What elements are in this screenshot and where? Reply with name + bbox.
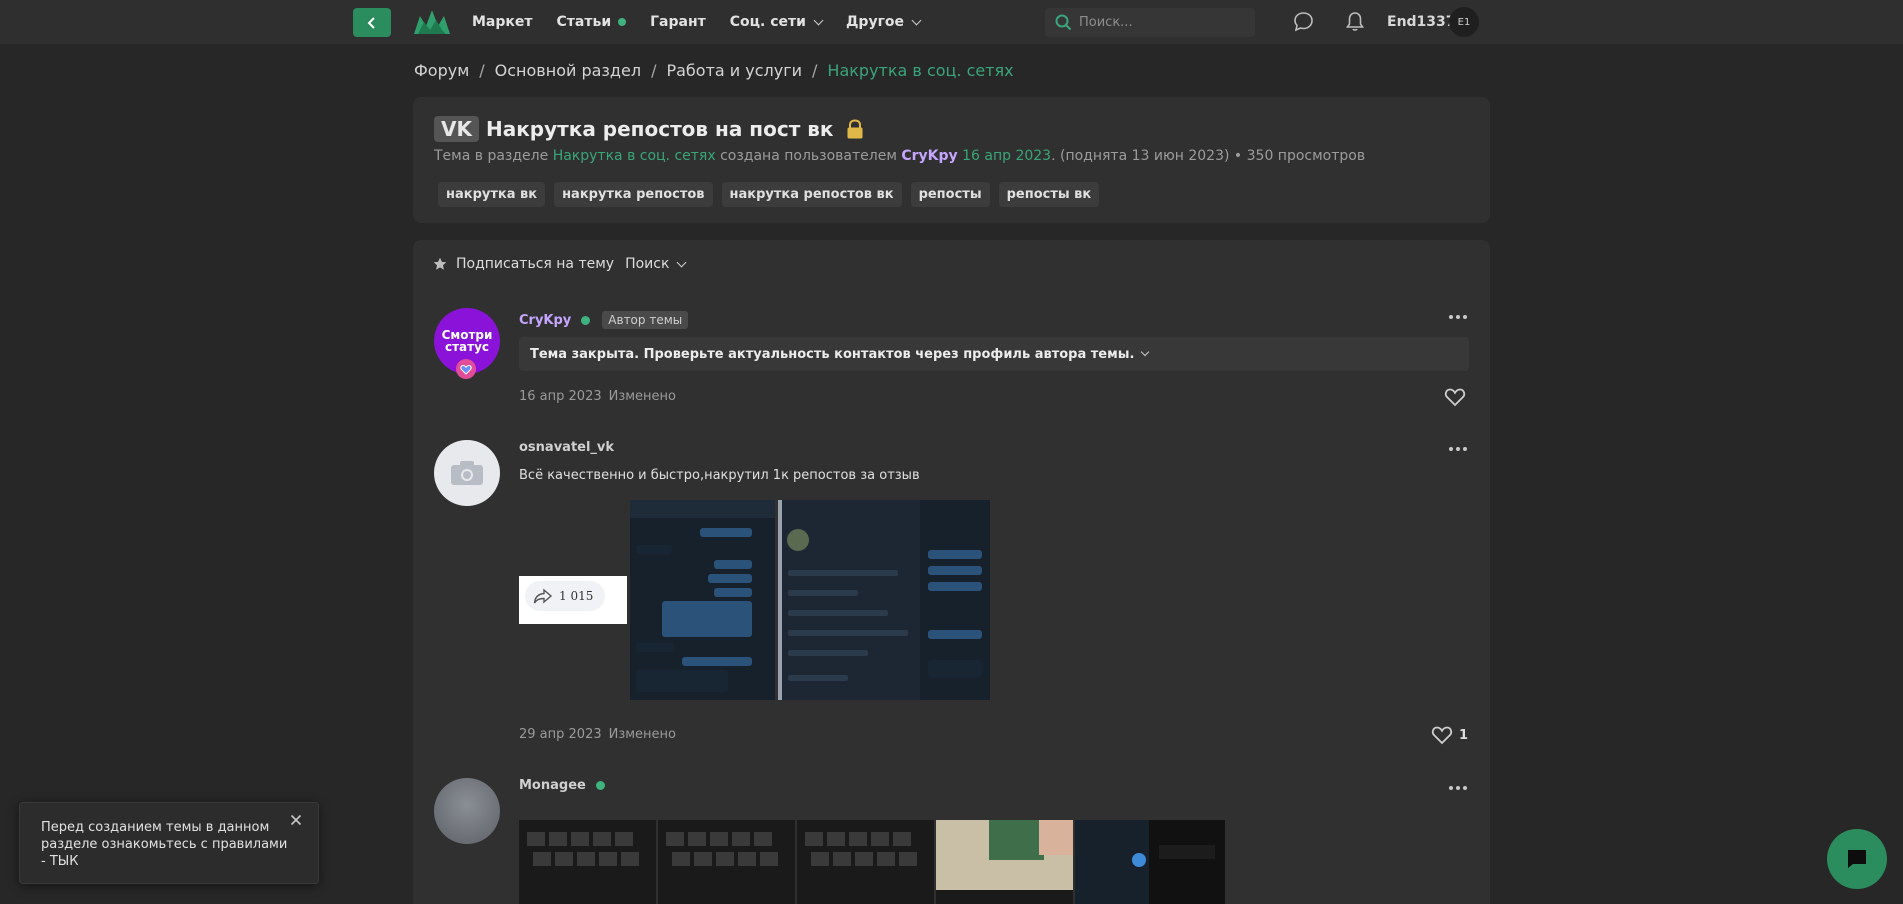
thread-meta: Тема в разделе Накрутка в соц. сетях соз…	[434, 148, 1366, 164]
nav-guarantor[interactable]: Гарант	[650, 14, 706, 30]
thread-prefix: VK	[434, 116, 479, 142]
back-button[interactable]	[353, 8, 391, 37]
author-link[interactable]: osnavatel_vk	[519, 440, 614, 455]
avatar[interactable]	[434, 778, 500, 844]
breadcrumb-current[interactable]: Накрутка в соц. сетях	[827, 61, 1013, 80]
nav-articles[interactable]: Статьи	[557, 14, 627, 30]
post-author: Monagee	[519, 778, 605, 793]
section-link[interactable]: Накрутка в соц. сетях	[553, 148, 716, 164]
tag[interactable]: накрутка репостов	[554, 182, 713, 207]
raised-date: . (поднята 13 июн 2023)	[1051, 148, 1230, 164]
view-count: • 350 просмотров	[1233, 148, 1366, 164]
attachment-images-row[interactable]	[519, 820, 1225, 904]
post-text: Всё качественно и быстро,накрутил 1к реп…	[519, 468, 920, 483]
breadcrumb-separator: /	[812, 61, 818, 80]
post-author: osnavatel_vk	[519, 440, 614, 455]
more-icon[interactable]	[1449, 315, 1470, 319]
chevron-down-icon	[813, 15, 824, 25]
chevron-down-icon	[676, 257, 687, 267]
nav-market[interactable]: Маркет	[472, 14, 533, 30]
like-button[interactable]: 1	[1431, 725, 1468, 745]
more-icon[interactable]	[1449, 786, 1470, 790]
avatar[interactable]: E1	[1449, 7, 1479, 37]
subscribe-button[interactable]: Подписаться на тему	[456, 256, 614, 272]
tag[interactable]: накрутка вк	[438, 182, 546, 207]
toast-message[interactable]: Перед созданием темы в данном разделе оз…	[41, 819, 291, 870]
breadcrumb: Форум / Основной раздел / Работа и услуг…	[414, 61, 1014, 80]
author-link[interactable]: CryKpy	[901, 148, 957, 164]
new-indicator-dot	[618, 18, 627, 26]
camera-icon	[451, 461, 483, 485]
star-icon	[433, 257, 447, 270]
like-count: 1	[1459, 727, 1469, 743]
author-link[interactable]: Monagee	[519, 778, 586, 793]
chat-icon	[1848, 850, 1866, 868]
edited-link[interactable]: Изменено	[609, 389, 676, 404]
repost-counter: 1 015	[525, 581, 605, 611]
conversations-icon[interactable]	[1293, 11, 1314, 32]
like-button[interactable]	[1444, 387, 1466, 407]
thread-closed-notice[interactable]: Тема закрыта. Проверьте актуальность кон…	[519, 337, 1469, 371]
tag[interactable]: репосты	[910, 182, 990, 207]
post-author: CryKpy Автор темы	[519, 311, 689, 329]
nav-other[interactable]: Другое	[846, 14, 922, 30]
lock-icon	[847, 119, 862, 139]
close-icon[interactable]	[290, 814, 302, 826]
nav-social[interactable]: Соц. сети	[730, 14, 824, 30]
post-date: 16 апр 2023 Изменено	[519, 389, 677, 404]
breadcrumb-forum[interactable]: Форум	[414, 61, 469, 80]
top-navigation-bar: Маркет Статьи Гарант Соц. сети Другое En…	[0, 0, 1903, 44]
online-indicator	[595, 781, 605, 790]
heart-icon	[1444, 388, 1466, 407]
online-indicator	[581, 315, 591, 325]
heart-icon	[1431, 726, 1453, 745]
chat-screenshot-image[interactable]	[630, 500, 775, 700]
chat-button[interactable]	[1827, 829, 1887, 889]
more-icon[interactable]	[1449, 447, 1470, 451]
attachment-image[interactable]: 1 015	[519, 576, 627, 624]
chevron-down-icon	[911, 15, 922, 25]
thread-header: VK Накрутка репостов на пост вк Тема в р…	[413, 97, 1490, 223]
share-icon	[533, 588, 553, 604]
author-badge: Автор темы	[602, 311, 689, 329]
search-input[interactable]	[1079, 11, 1244, 34]
chevron-down-icon	[1141, 347, 1150, 357]
edited-link[interactable]: Изменено	[609, 727, 676, 742]
bell-icon[interactable]	[1345, 11, 1365, 32]
search-icon	[1055, 14, 1072, 31]
avatar[interactable]	[434, 440, 500, 506]
tag[interactable]: репосты вк	[998, 182, 1100, 207]
badge-heart-icon	[456, 359, 476, 379]
thread-date[interactable]: 16 апр 2023	[962, 148, 1051, 164]
chevron-left-icon	[367, 16, 375, 29]
posts-container: Подписаться на тему Поиск Смотри статус …	[413, 240, 1490, 904]
tag-list: накрутка вк накрутка репостов накрутка р…	[438, 182, 1108, 207]
username-link[interactable]: End1337	[1387, 14, 1456, 30]
page-title: VK Накрутка репостов на пост вк	[434, 116, 864, 142]
profile-screenshot-image[interactable]	[778, 500, 990, 700]
main-menu: Маркет Статьи Гарант Соц. сети Другое	[472, 0, 944, 44]
thread-search-button[interactable]: Поиск	[625, 256, 687, 272]
post-date: 29 апр 2023 Изменено	[519, 727, 677, 742]
thread-title: Накрутка репостов на пост вк	[485, 117, 834, 141]
breadcrumb-separator: /	[479, 61, 485, 80]
breadcrumb-separator: /	[651, 61, 657, 80]
tag[interactable]: накрутка репостов вк	[721, 182, 902, 207]
site-logo[interactable]	[412, 6, 452, 38]
search-box[interactable]	[1045, 8, 1255, 37]
rules-notice-toast[interactable]: Перед созданием темы в данном разделе оз…	[19, 802, 319, 884]
breadcrumb-main-section[interactable]: Основной раздел	[495, 61, 641, 80]
author-link[interactable]: CryKpy	[519, 313, 571, 328]
breadcrumb-work-services[interactable]: Работа и услуги	[666, 61, 802, 80]
thread-actions: Подписаться на тему Поиск	[433, 256, 687, 272]
